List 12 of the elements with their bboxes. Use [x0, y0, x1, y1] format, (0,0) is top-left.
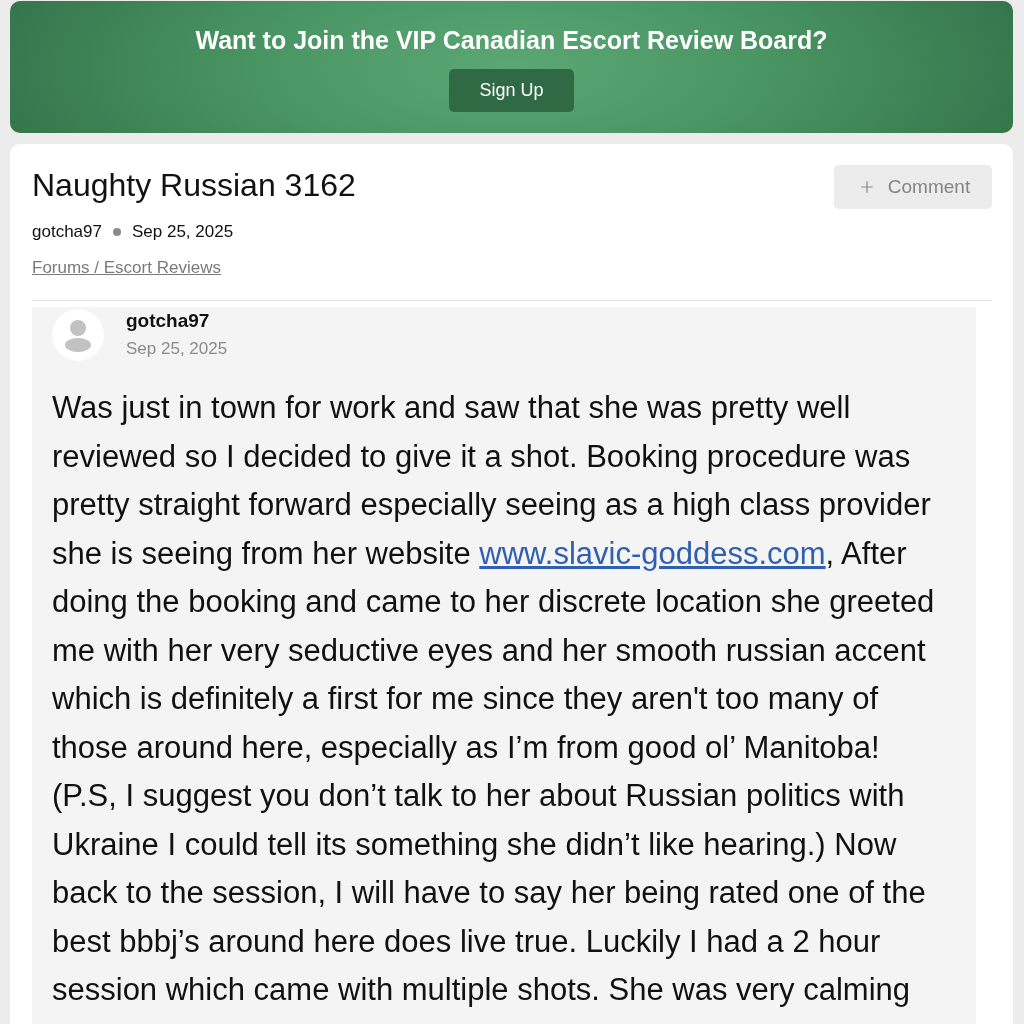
- post-body-text: Was just in town for work and saw that she was pretty well reviewed so I decided to give it a shot. Booking procedure was pretty straight forward especially seeing as a high class provider she is seeing from her website www.slavic-goddess.com, After doing the booking and came to her discrete location she greeted me with her very seductive eyes and her smooth russian accent which is definitely a first for me since they aren't too many of those around here, especially as I’m from good ol’ Manitoba! (P.S, I suggest you don’t talk to her about Russian politics with Ukraine I could tell its something she didn’t like hearing.) Now back to the session, I will have to say her being rated one of the best bbbj’s around here does live true. Luckily I had a 2 hour session which came with multiple shots. She was very calming: [52, 389, 936, 1009]
- banner-title: Want to Join the VIP Canadian Escort Review Board?: [195, 26, 828, 55]
- post-author: gotcha97: [126, 311, 211, 331]
- sign-up-button[interactable]: Sign Up: [449, 69, 574, 112]
- post-date: Sep 25, 2025: [126, 339, 228, 359]
- thread-date: Sep 25, 2025: [131, 222, 234, 242]
- thread-title: Naughty Russian 3162: [32, 166, 356, 205]
- comment-button[interactable]: Comment: [834, 165, 992, 209]
- separator-dot-icon: [112, 228, 121, 236]
- website-link[interactable]: www.slavic-goddess.com: [479, 535, 826, 571]
- thread-author: gotcha97: [32, 222, 102, 242]
- breadcrumb-link[interactable]: Forums / Escort Reviews: [32, 258, 221, 278]
